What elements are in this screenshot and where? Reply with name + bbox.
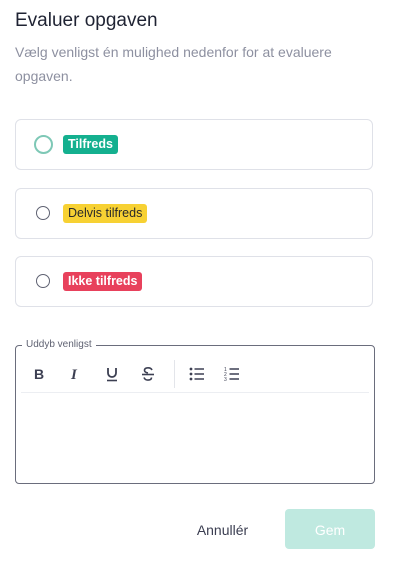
svg-text:B: B [34,367,44,381]
bullet-list-icon[interactable] [184,362,210,386]
toolbar-divider [174,360,175,388]
option-delvis-tilfreds[interactable]: Delvis tilfreds [15,188,373,239]
dialog-title: Evaluer opgaven [15,10,158,31]
bold-icon[interactable]: B [26,362,52,386]
dialog-description: Vælg venligst én mulighed nedenfor for a… [15,44,332,84]
strikethrough-icon[interactable] [135,362,161,386]
svg-text:3: 3 [224,377,227,382]
option-tilfreds[interactable]: Tilfreds [15,119,373,170]
radio-delvis-tilfreds[interactable] [36,206,50,220]
comment-editor: Uddyb venligst B I 123 [15,338,375,484]
cancel-button[interactable]: Annullér [180,510,265,548]
underline-icon[interactable] [99,362,125,386]
status-badge-delvis-tilfreds: Delvis tilfreds [63,204,148,223]
italic-icon[interactable]: I [62,362,88,386]
radio-ikke-tilfreds[interactable] [36,274,50,288]
editor-toolbar: B I 123 [21,356,369,393]
numbered-list-icon[interactable]: 123 [219,362,245,386]
save-button[interactable]: Gem [285,509,375,549]
radio-tilfreds[interactable] [34,135,53,154]
status-badge-tilfreds: Tilfreds [63,135,118,154]
svg-text:I: I [70,367,78,381]
editor-label: Uddyb venligst [22,338,96,352]
comment-text-area[interactable] [21,393,369,478]
evaluate-task-dialog: Evaluer opgaven Vælg venligst én mulighe… [0,0,400,570]
status-badge-ikke-tilfreds: Ikke tilfreds [63,272,143,291]
option-ikke-tilfreds[interactable]: Ikke tilfreds [15,256,373,307]
